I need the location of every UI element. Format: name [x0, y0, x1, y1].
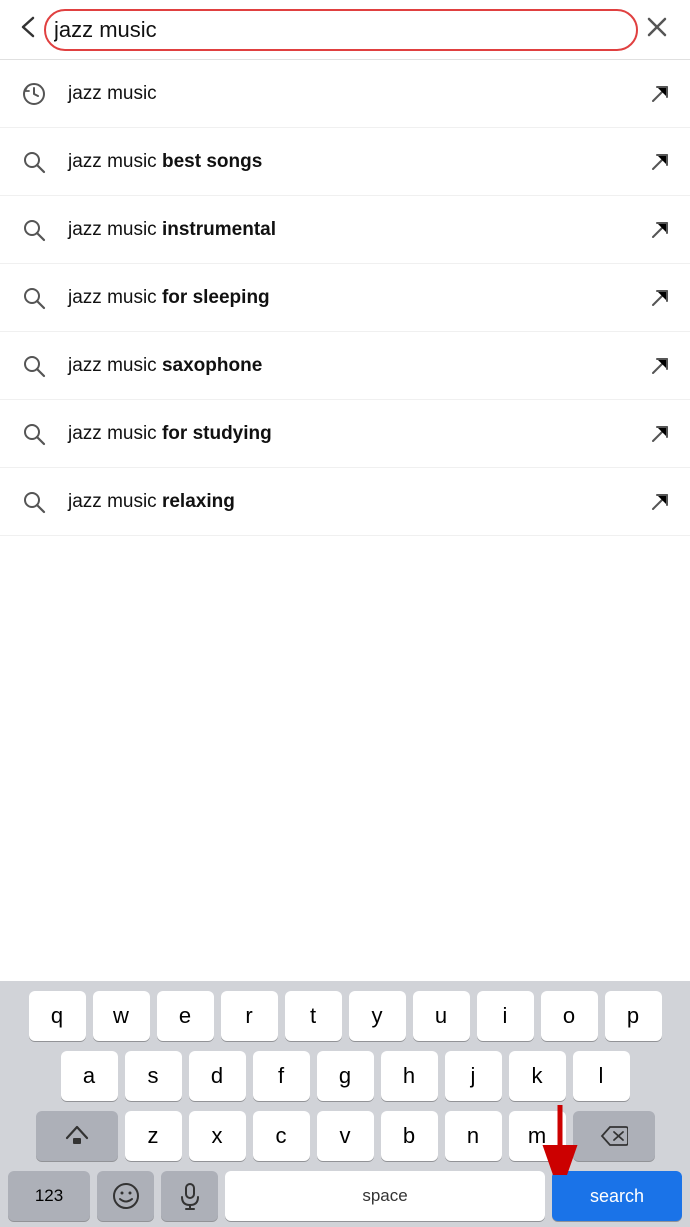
search-icon — [14, 414, 54, 454]
key-v[interactable]: v — [317, 1111, 374, 1161]
key-k[interactable]: k — [509, 1051, 566, 1101]
arrow-icon — [644, 486, 676, 518]
key-r[interactable]: r — [221, 991, 278, 1041]
keyboard-bottom-row: 123 space search — [4, 1171, 686, 1221]
keyboard: q w e r t y u i o p a s d f g h j k l z … — [0, 981, 690, 1227]
key-p[interactable]: p — [605, 991, 662, 1041]
suggestion-text: jazz music best songs — [68, 151, 644, 173]
key-d[interactable]: d — [189, 1051, 246, 1101]
key-h[interactable]: h — [381, 1051, 438, 1101]
emoji-key[interactable] — [97, 1171, 154, 1221]
suggestion-text: jazz music instrumental — [68, 219, 644, 241]
arrow-icon — [644, 282, 676, 314]
search-icon — [14, 210, 54, 250]
key-e[interactable]: e — [157, 991, 214, 1041]
arrow-icon — [644, 214, 676, 246]
suggestion-item[interactable]: jazz music best songs — [0, 128, 690, 196]
key-c[interactable]: c — [253, 1111, 310, 1161]
key-y[interactable]: y — [349, 991, 406, 1041]
keyboard-row-3: z x c v b n m — [4, 1111, 686, 1161]
key-f[interactable]: f — [253, 1051, 310, 1101]
key-u[interactable]: u — [413, 991, 470, 1041]
search-bar — [0, 0, 690, 60]
key-z[interactable]: z — [125, 1111, 182, 1161]
keyboard-row-1: q w e r t y u i o p — [4, 991, 686, 1041]
key-l[interactable]: l — [573, 1051, 630, 1101]
key-q[interactable]: q — [29, 991, 86, 1041]
numbers-key[interactable]: 123 — [8, 1171, 90, 1221]
key-w[interactable]: w — [93, 991, 150, 1041]
history-icon — [14, 74, 54, 114]
suggestion-text: jazz music for sleeping — [68, 287, 644, 309]
suggestion-text: jazz music relaxing — [68, 491, 644, 513]
arrow-icon — [644, 350, 676, 382]
suggestion-text: jazz music for studying — [68, 423, 644, 445]
suggestion-item[interactable]: jazz music saxophone — [0, 332, 690, 400]
back-button[interactable] — [14, 10, 44, 49]
search-icon — [14, 142, 54, 182]
clear-button[interactable] — [638, 12, 676, 48]
key-a[interactable]: a — [61, 1051, 118, 1101]
space-key[interactable]: space — [225, 1171, 545, 1221]
suggestion-text: jazz music — [68, 83, 644, 105]
key-x[interactable]: x — [189, 1111, 246, 1161]
suggestions-list: jazz music jazz music best songs — [0, 60, 690, 536]
key-t[interactable]: t — [285, 991, 342, 1041]
key-m[interactable]: m — [509, 1111, 566, 1161]
delete-key[interactable] — [573, 1111, 655, 1161]
key-o[interactable]: o — [541, 991, 598, 1041]
arrow-icon — [644, 418, 676, 450]
arrow-icon — [644, 78, 676, 110]
key-i[interactable]: i — [477, 991, 534, 1041]
key-s[interactable]: s — [125, 1051, 182, 1101]
key-n[interactable]: n — [445, 1111, 502, 1161]
suggestion-item[interactable]: jazz music instrumental — [0, 196, 690, 264]
arrow-icon — [644, 146, 676, 178]
search-input[interactable] — [54, 17, 628, 43]
suggestion-item[interactable]: jazz music relaxing — [0, 468, 690, 536]
suggestion-item[interactable]: jazz music for studying — [0, 400, 690, 468]
search-icon — [14, 346, 54, 386]
suggestion-item[interactable]: jazz music for sleeping — [0, 264, 690, 332]
key-j[interactable]: j — [445, 1051, 502, 1101]
shift-key[interactable] — [36, 1111, 118, 1161]
search-button[interactable]: search — [552, 1171, 682, 1221]
keyboard-row-2: a s d f g h j k l — [4, 1051, 686, 1101]
search-icon — [14, 278, 54, 318]
suggestion-item[interactable]: jazz music — [0, 60, 690, 128]
key-g[interactable]: g — [317, 1051, 374, 1101]
search-input-wrapper — [54, 17, 628, 43]
search-icon — [14, 482, 54, 522]
microphone-key[interactable] — [161, 1171, 218, 1221]
suggestion-text: jazz music saxophone — [68, 355, 644, 377]
key-b[interactable]: b — [381, 1111, 438, 1161]
